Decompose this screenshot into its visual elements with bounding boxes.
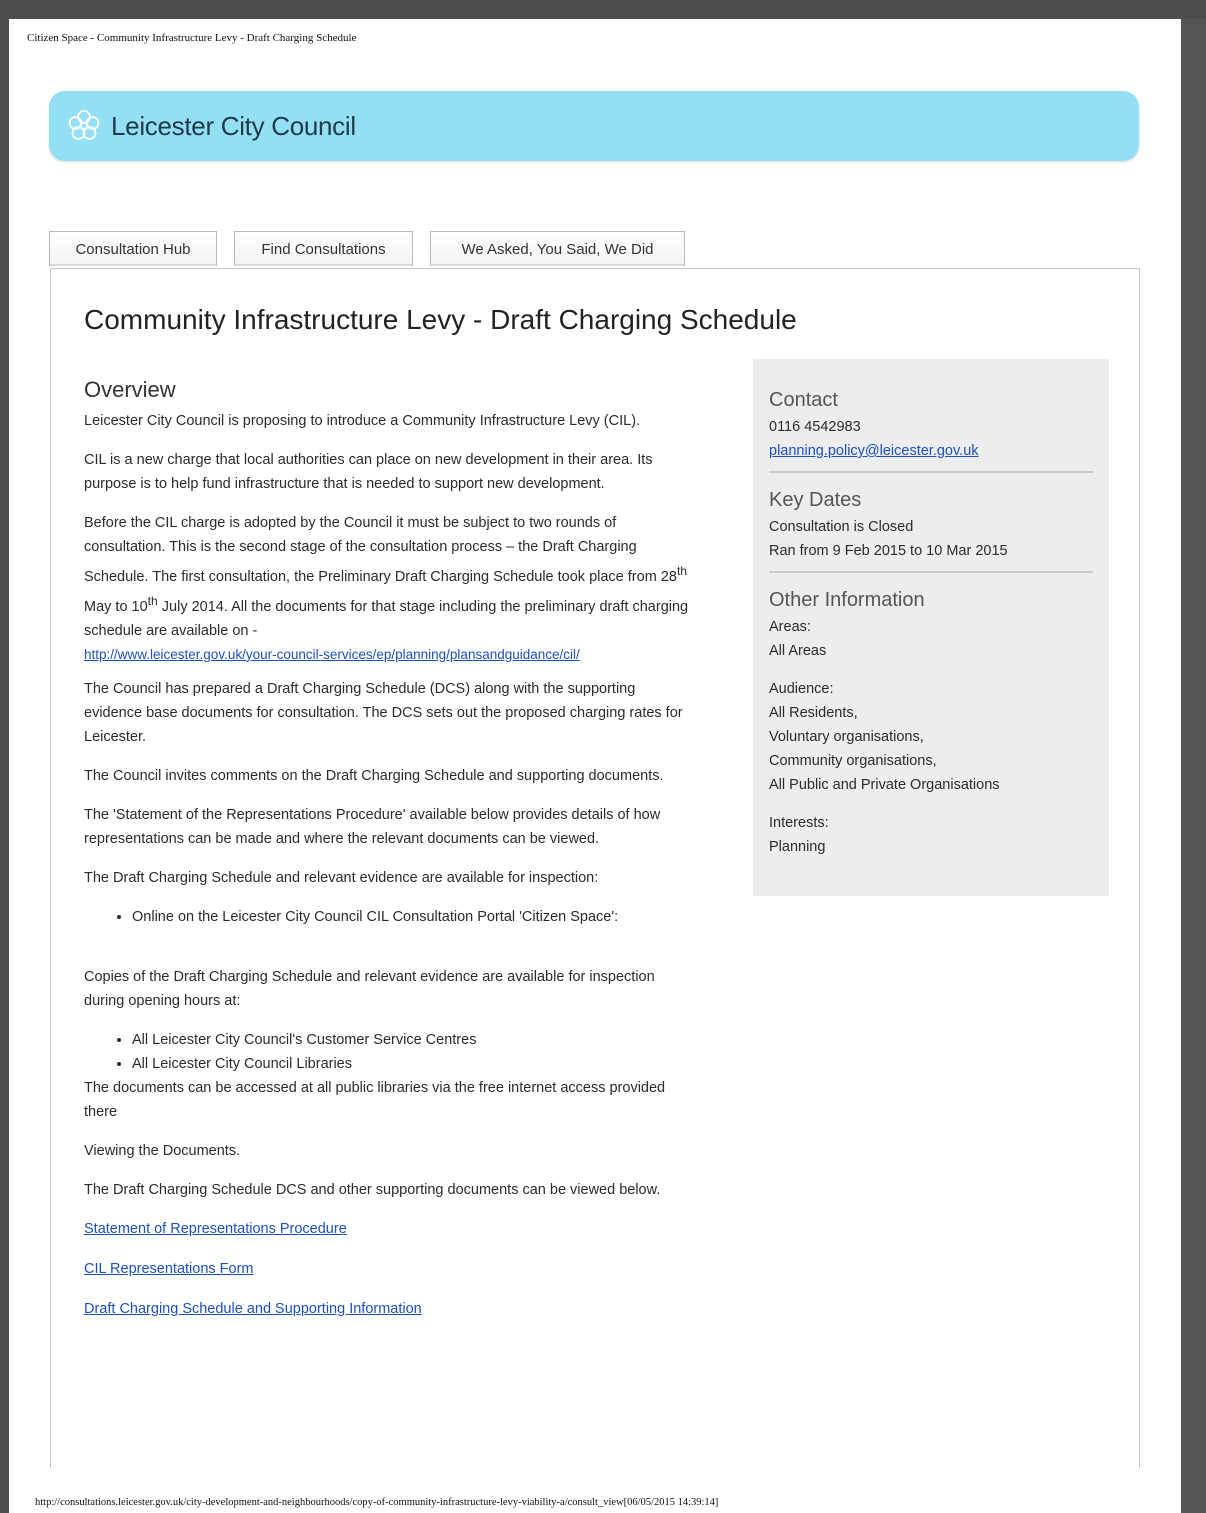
- overview-paragraph: The Draft Charging Schedule and relevant…: [84, 869, 599, 886]
- ordinal-suffix: th: [147, 593, 158, 608]
- overview-paragraph: Viewing the Documents.: [84, 1142, 241, 1159]
- inspection-locations-list: All Leicester City Council's Customer Se…: [84, 1028, 694, 1076]
- overview-paragraph: Leicester City Council is proposing to i…: [84, 413, 641, 429]
- overview-paragraph: The 'Statement of the Representations Pr…: [84, 806, 661, 847]
- council-name: Leicester City Council: [111, 111, 356, 141]
- draft-charging-schedule-link[interactable]: Draft Charging Schedule and Supporting I…: [84, 1297, 694, 1321]
- overview-paragraph: The Draft Charging Schedule DCS and othe…: [84, 1181, 661, 1198]
- overview-heading: Overview: [84, 377, 176, 402]
- consultation-status: Consultation is Closed: [769, 519, 914, 535]
- tab-consultation-hub[interactable]: Consultation Hub: [49, 231, 217, 266]
- overview-paragraph: Before the CIL charge is adopted by the …: [84, 511, 694, 667]
- audience-value: Voluntary organisations,: [769, 729, 924, 745]
- contact-section: Contact 0116 4542983 planning.policy@lei…: [769, 387, 1093, 473]
- areas-value: All Areas: [769, 643, 827, 659]
- viewer-scrollbar[interactable]: [1181, 19, 1206, 1513]
- key-dates-section: Key Dates Consultation is Closed Ran fro…: [769, 487, 1093, 573]
- content-panel: Community Infrastructure Levy - Draft Ch…: [50, 268, 1140, 1468]
- overview-paragraph: CIL is a new charge that local authoriti…: [84, 452, 653, 492]
- areas-group: Areas: All Areas: [769, 615, 1093, 663]
- consultation-date-range: Ran from 9 Feb 2015 to 10 Mar 2015: [769, 543, 1008, 559]
- list-item: Online on the Leicester City Council CIL…: [132, 905, 694, 929]
- ordinal-suffix: th: [676, 564, 688, 578]
- audience-label: Audience:: [769, 681, 834, 697]
- list-item: All Leicester City Council's Customer Se…: [132, 1028, 694, 1052]
- inspection-online-list: Online on the Leicester City Council CIL…: [84, 905, 694, 929]
- other-information-section: Other Information Areas: All Areas Audie…: [769, 587, 1093, 881]
- page-title: Community Infrastructure Levy - Draft Ch…: [84, 304, 797, 335]
- overview-paragraph: Copies of the Draft Charging Schedule an…: [84, 968, 655, 1009]
- interests-group: Interests: Planning: [769, 811, 1093, 859]
- contact-heading: Contact: [769, 389, 838, 411]
- cil-documents-link[interactable]: http://www.leicester.gov.uk/your-council…: [84, 647, 580, 662]
- overview-section: Overview Leicester City Council is propo…: [84, 377, 694, 1337]
- site-banner[interactable]: Leicester City Council: [49, 91, 1139, 161]
- contact-email-link[interactable]: planning.policy@leicester.gov.uk: [769, 443, 979, 459]
- tab-find-consultations[interactable]: Find Consultations: [234, 231, 413, 266]
- audience-value: All Public and Private Organisations: [769, 777, 1000, 793]
- overview-paragraph: The Council invites comments on the Draf…: [84, 767, 664, 784]
- other-information-heading: Other Information: [769, 589, 925, 611]
- flower-icon: [68, 110, 100, 140]
- paragraph-text: Before the CIL charge is adopted by the …: [84, 515, 677, 585]
- contact-phone: 0116 4542983: [769, 419, 861, 435]
- consultation-sidebar: Contact 0116 4542983 planning.policy@lei…: [753, 359, 1109, 896]
- paragraph-text: May to 10: [84, 598, 148, 615]
- interests-value: Planning: [769, 839, 826, 855]
- areas-label: Areas:: [769, 619, 811, 635]
- overview-paragraph: The Council has prepared a Draft Chargin…: [84, 680, 683, 745]
- statement-of-representations-link[interactable]: Statement of Representations Procedure: [84, 1217, 694, 1241]
- cil-representations-form-link[interactable]: CIL Representations Form: [84, 1257, 694, 1281]
- print-header: Citizen Space - Community Infrastructure…: [27, 32, 357, 44]
- audience-value: All Residents,: [769, 705, 858, 721]
- key-dates-heading: Key Dates: [769, 489, 862, 511]
- overview-paragraph: The documents can be accessed at all pub…: [84, 1079, 666, 1120]
- tab-we-asked-you-said-we-did[interactable]: We Asked, You Said, We Did: [430, 231, 685, 266]
- paragraph-text: July 2014. All the documents for that st…: [84, 598, 689, 639]
- print-footer-url: http://consultations.leicester.gov.uk/ci…: [35, 1497, 719, 1508]
- list-item: All Leicester City Council Libraries: [132, 1052, 694, 1076]
- interests-label: Interests:: [769, 815, 829, 831]
- audience-value: Community organisations,: [769, 753, 937, 769]
- audience-group: Audience: All Residents, Voluntary organ…: [769, 677, 1093, 797]
- printed-page: Citizen Space - Community Infrastructure…: [9, 19, 1181, 1513]
